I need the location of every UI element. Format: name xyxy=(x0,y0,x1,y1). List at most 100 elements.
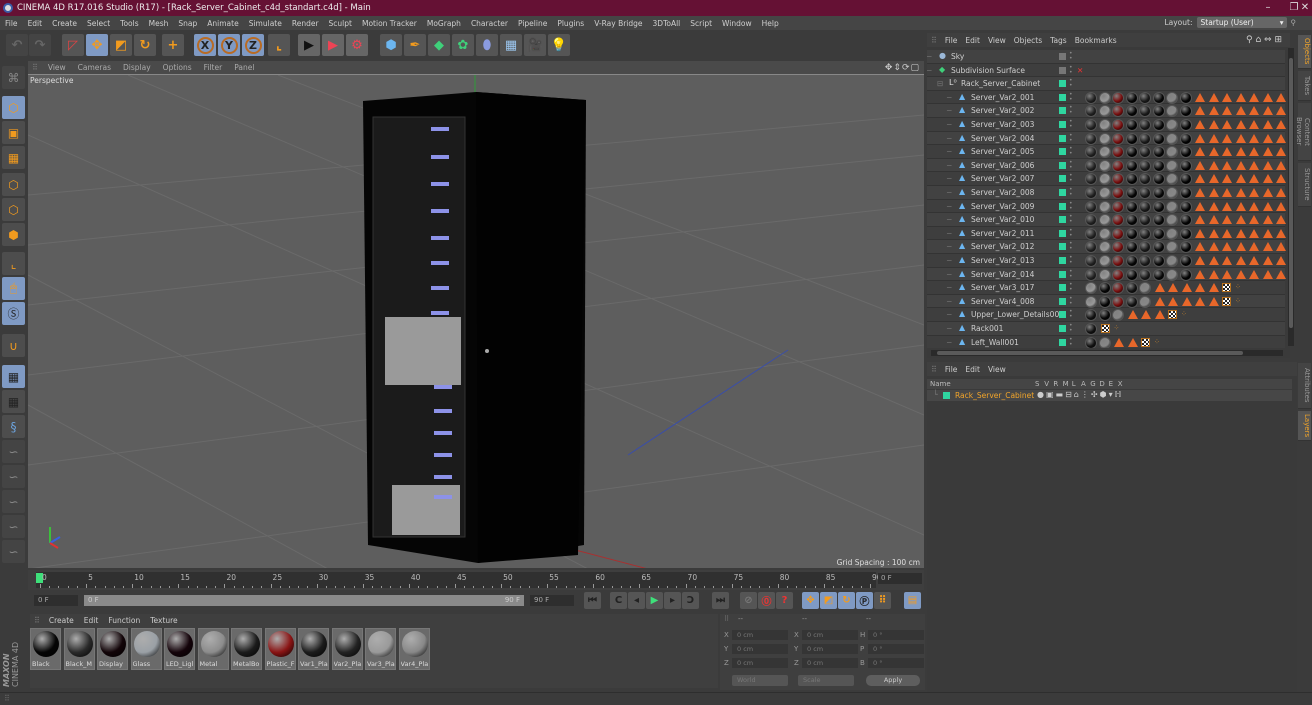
uvw-tag-icon[interactable] xyxy=(1208,188,1219,197)
object-name[interactable]: Server_Var2_004 xyxy=(971,134,1034,143)
uvw-tag-icon[interactable] xyxy=(1208,160,1219,170)
uvw-tag-icon[interactable] xyxy=(1262,92,1273,102)
material-tag-icon[interactable] xyxy=(1112,159,1124,172)
object-row-server-var2-004[interactable]: ─ ▲ Server_Var2_004 • • xyxy=(927,131,1286,146)
coord-pos-y-field[interactable]: 0 cm xyxy=(732,644,788,654)
visibility-dots[interactable]: • • xyxy=(1069,119,1073,130)
material-tag-icon[interactable] xyxy=(1112,187,1124,199)
object-row-server-var2-014[interactable]: ─ ▲ Server_Var2_014 • • xyxy=(927,267,1286,282)
uvw-tag-icon[interactable] xyxy=(1249,133,1259,143)
material-tag-icon[interactable] xyxy=(1085,268,1097,281)
material-tag-icon[interactable] xyxy=(1098,241,1111,254)
object-row-left-wall001[interactable]: ─ ▲ Left_Wall001 • • ⁘ xyxy=(927,335,1285,348)
uvw-tag-icon[interactable] xyxy=(1262,256,1273,265)
material-tag-icon[interactable] xyxy=(1098,132,1111,145)
uvw-tag-icon[interactable] xyxy=(1181,296,1192,306)
uvw-tag-icon[interactable] xyxy=(1235,256,1246,265)
uvw-tag-icon[interactable] xyxy=(1249,120,1259,129)
layer-column-d[interactable]: D xyxy=(1099,380,1104,388)
end-frame-field[interactable]: 90 F xyxy=(530,595,574,606)
layer-color-indicator[interactable] xyxy=(1059,257,1066,264)
material-tag-icon[interactable] xyxy=(1085,105,1097,118)
material-tag-icon[interactable] xyxy=(1125,146,1138,159)
layer-column-name[interactable]: Name xyxy=(930,380,951,388)
layer-color-swatch[interactable] xyxy=(943,392,950,399)
menu-character[interactable]: Character xyxy=(466,19,513,28)
layer-menu-file[interactable]: File xyxy=(941,365,962,374)
material-tag-icon[interactable] xyxy=(1112,146,1124,159)
object-name[interactable]: Server_Var2_003 xyxy=(971,120,1034,129)
uvw-tag-icon[interactable] xyxy=(1195,242,1205,252)
viewport-menu-display[interactable]: Display xyxy=(117,63,157,72)
coord-size-y-field[interactable]: 0 cm xyxy=(802,644,858,654)
uvw-tag-icon[interactable] xyxy=(1276,228,1286,238)
uvw-tag-icon[interactable] xyxy=(1208,228,1219,238)
uvw-tag-icon[interactable] xyxy=(1249,174,1259,184)
side-tab-content-browser[interactable]: Content Browser xyxy=(1295,103,1311,161)
coord-pos-z-field[interactable]: 0 cm xyxy=(732,658,788,668)
material-tag-icon[interactable] xyxy=(1085,323,1097,335)
object-name[interactable]: Server_Var2_002 xyxy=(971,106,1034,115)
magnet-icon[interactable]: ∪ xyxy=(2,334,25,357)
subdivision-icon[interactable]: ◆ xyxy=(428,34,450,56)
material-tag-icon[interactable] xyxy=(1139,187,1151,199)
uvw-tag-icon[interactable] xyxy=(1249,269,1259,279)
material-tag-icon[interactable] xyxy=(1139,91,1151,104)
uvw-tag-icon[interactable] xyxy=(1208,147,1219,157)
script-icon-3[interactable]: ∽ xyxy=(2,490,25,513)
uvw-tag-icon[interactable] xyxy=(1208,92,1219,102)
object-name[interactable]: Server_Var2_012 xyxy=(971,242,1034,251)
material-tag-icon[interactable] xyxy=(1152,159,1165,172)
coord-rot-p-field[interactable]: 0 ° xyxy=(868,644,924,654)
material-tag-icon[interactable] xyxy=(1125,268,1138,281)
object-name[interactable]: Rack001 xyxy=(971,324,1003,333)
viewport-perspective[interactable]: Perspective Grid Spacing : 100 cm xyxy=(28,74,924,568)
uvw-tag-icon[interactable] xyxy=(1127,310,1138,320)
material-swatch-display[interactable]: Display xyxy=(97,628,128,670)
visibility-dots[interactable]: • • xyxy=(1069,295,1073,306)
uvw-tag-icon[interactable] xyxy=(1208,283,1219,293)
menu-tools[interactable]: Tools xyxy=(115,19,143,28)
uvw-tag-icon[interactable] xyxy=(1222,256,1232,265)
material-swatch-black-m[interactable]: Black_M xyxy=(63,628,95,670)
object-name[interactable]: Server_Var2_013 xyxy=(971,256,1034,265)
visibility-dots[interactable]: • • xyxy=(1069,146,1073,157)
uvw-tag-icon[interactable] xyxy=(1222,215,1232,225)
object-name[interactable]: Subdivision Surface xyxy=(951,66,1025,75)
material-tag-icon[interactable] xyxy=(1125,132,1138,145)
material-tag-icon[interactable] xyxy=(1085,295,1097,308)
texture-tag-icon[interactable] xyxy=(1141,337,1150,347)
uvw-tag-icon[interactable] xyxy=(1208,242,1219,252)
uvw-tag-icon[interactable] xyxy=(1276,133,1286,143)
uvw-tag-icon[interactable] xyxy=(1249,147,1259,157)
uvw-tag-icon[interactable] xyxy=(1276,147,1286,157)
uvw-tag-icon[interactable] xyxy=(1222,201,1232,211)
object-row-server-var3-017[interactable]: ─ ▲ Server_Var3_017 • • ⁘ xyxy=(927,281,1285,295)
uvw-tag-icon[interactable] xyxy=(1222,242,1232,252)
material-tag-icon[interactable] xyxy=(1139,214,1151,227)
object-row-server-var2-005[interactable]: ─ ▲ Server_Var2_005 • • xyxy=(927,145,1286,159)
material-tag-icon[interactable] xyxy=(1152,214,1165,227)
uvw-tag-icon[interactable] xyxy=(1222,269,1232,279)
object-row-sky[interactable]: ─ ● Sky • • xyxy=(927,50,1285,64)
visibility-dots[interactable]: • • xyxy=(1069,51,1073,62)
timeline-ruler[interactable]: 0 5 10 15 20 25 30 35 40 45 50 55 60 65 70 75 80 85 90 0 F xyxy=(28,570,924,590)
material-tag-icon[interactable] xyxy=(1112,295,1124,308)
material-tag-icon[interactable] xyxy=(1125,173,1138,186)
viewport-menu-panel[interactable]: Panel xyxy=(228,63,260,72)
uvw-tag-icon[interactable] xyxy=(1276,215,1286,225)
material-tag-icon[interactable] xyxy=(1152,187,1165,199)
frame-range-slider[interactable]: 0 F 90 F xyxy=(84,595,524,606)
material-tag-icon[interactable] xyxy=(1166,241,1178,254)
material-tag-icon[interactable] xyxy=(1125,241,1138,254)
start-frame-field[interactable]: 0 F xyxy=(34,595,78,606)
world-coordinates-icon[interactable]: ⌞ xyxy=(268,34,290,56)
python-icon[interactable]: § xyxy=(2,415,25,438)
material-menu-function[interactable]: Function xyxy=(103,616,145,625)
uvw-tag-icon[interactable] xyxy=(1262,215,1273,225)
material-tag-icon[interactable] xyxy=(1098,173,1111,186)
material-swatch-var4-pla[interactable]: Var4_Pla xyxy=(398,628,430,670)
uvw-tag-icon[interactable] xyxy=(1208,174,1219,184)
layer-color-indicator[interactable] xyxy=(1059,175,1066,183)
layer-color-indicator[interactable] xyxy=(1059,297,1066,305)
